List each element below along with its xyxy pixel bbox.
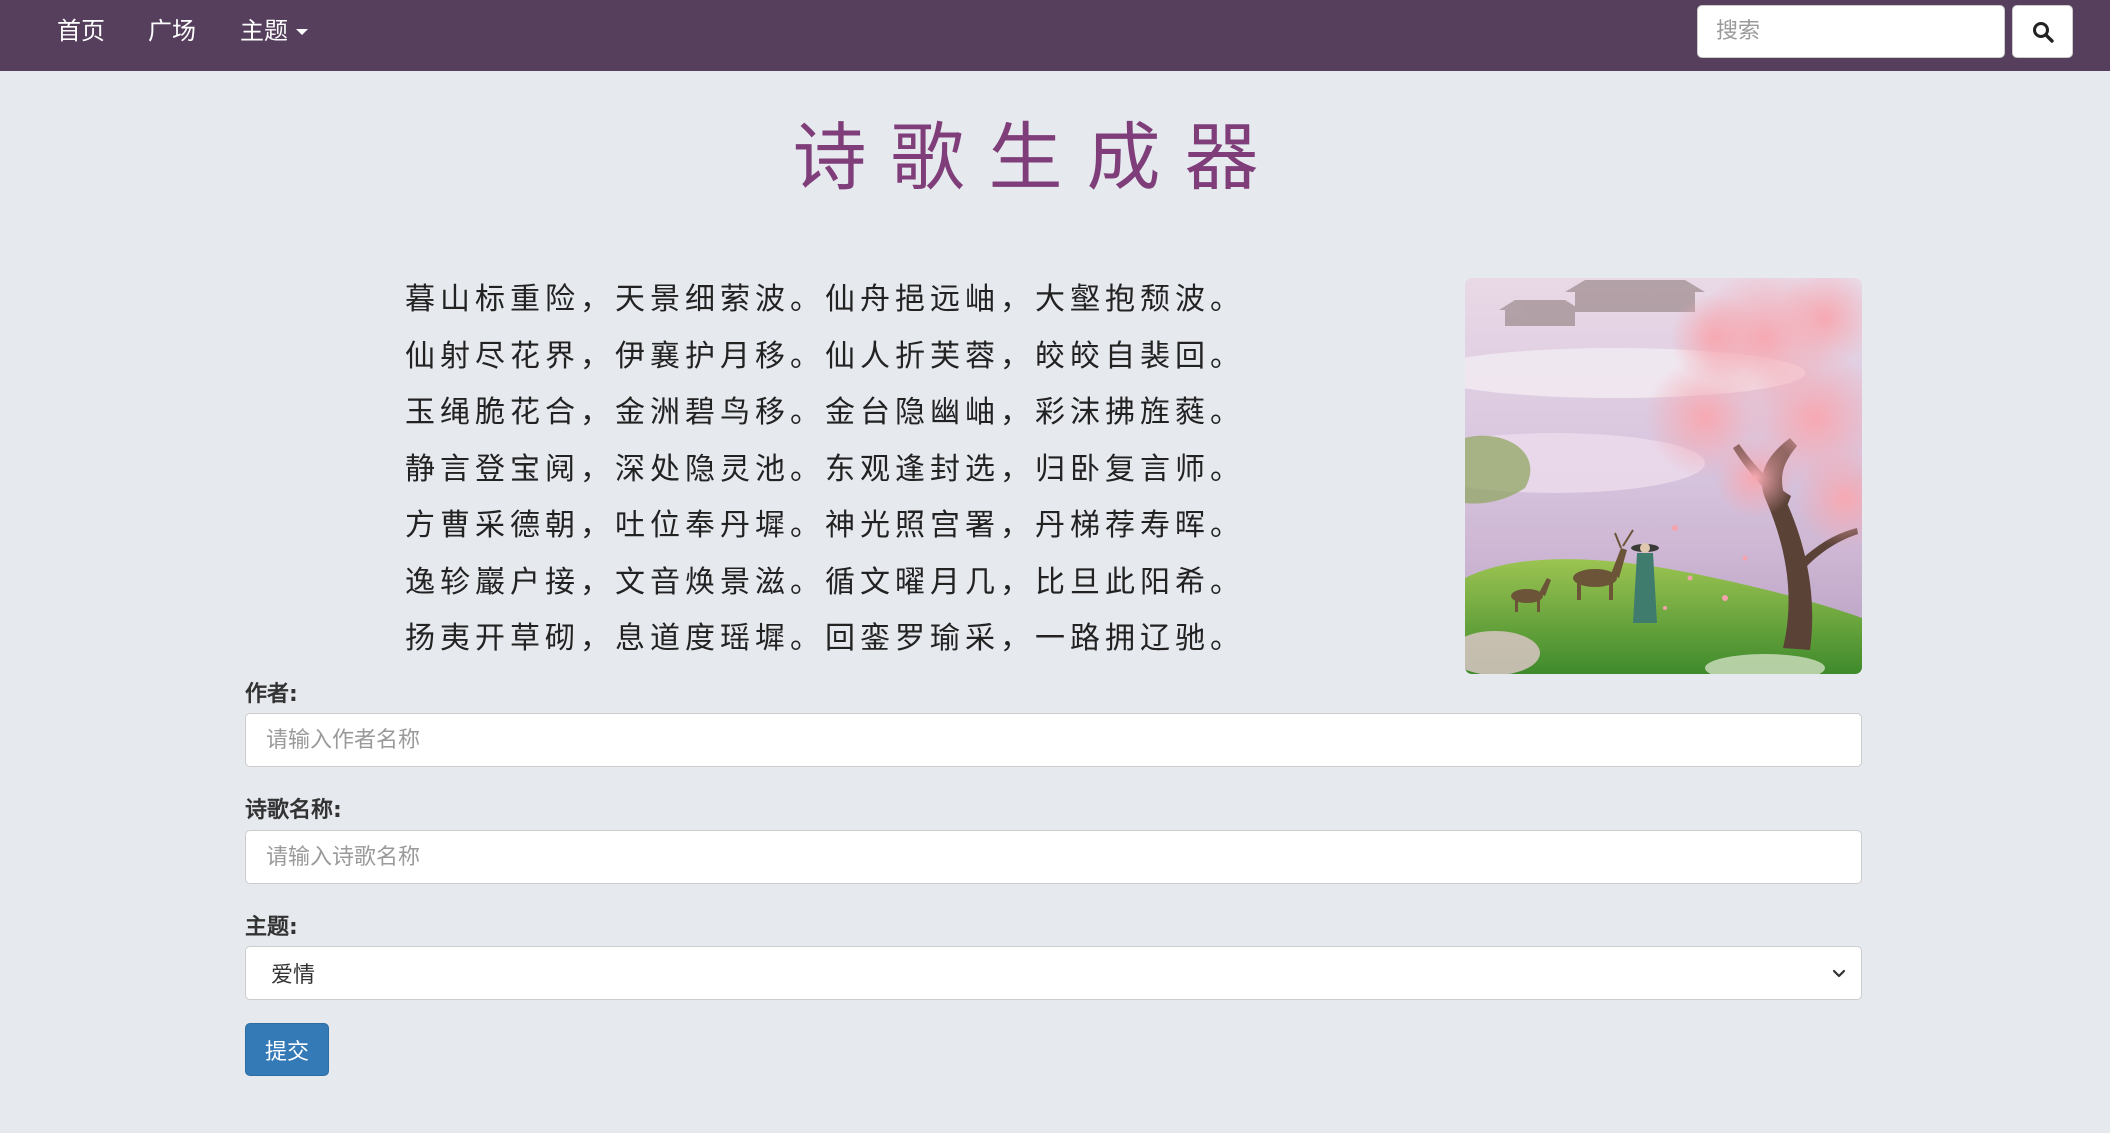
poem-line: 静言登宝阋，深处隐灵池。东观逢封选，归卧复言师。 [405,451,1245,487]
poem-line: 玉绳脆花合，金洲碧鸟移。金台隐幽岫，彩沫拂旌蕤。 [405,395,1245,430]
poem-line: 仙射尽花界，伊襄护月移。仙人折芙蓉，皎皎自裴回。 [405,338,1245,374]
caret-down-icon [296,29,308,35]
author-input[interactable] [245,713,1862,767]
topic-select-value: 爱情 [271,963,316,988]
author-label: 作者: [245,682,298,707]
chevron-down-icon [1832,969,1846,978]
poem-title-label: 诗歌名称: [245,798,342,823]
nav-home-label: 首页 [57,17,105,45]
generated-poem: 暮山标重险，天景细萦波。仙舟挹远岫，大壑抱颓波。 仙射尽花界，伊襄护月移。仙人折… [405,272,1245,668]
nav-topic-dropdown[interactable]: 主题 [240,0,308,63]
nav-home-link[interactable]: 首页 [57,0,105,63]
search-icon [2032,21,2054,43]
search-button[interactable] [2012,5,2073,58]
poem-title-input[interactable] [245,830,1862,884]
page-title: 诗歌生成器 [792,115,1283,201]
top-navbar: 首页 广场 主题 [0,0,2110,71]
nav-square-link[interactable]: 广场 [148,0,196,63]
nav-topic-label: 主题 [240,17,288,45]
poem-line: 扬夷开草砌，息道度瑶墀。回銮罗瑜采，一路拥辽驰。 [405,621,1245,656]
poem-line: 暮山标重险，天景细萦波。仙舟挹远岫，大壑抱颓波。 [405,282,1245,317]
submit-button[interactable]: 提交 [245,1023,329,1076]
poem-line: 逸轸巖户接，文音焕景滋。循文曜月几，比旦此阳希。 [405,564,1245,600]
search-input[interactable] [1697,5,2005,58]
topic-label: 主题: [245,915,298,940]
nav-square-label: 广场 [148,17,196,45]
poem-line: 方曹采德朝，吐位奉丹墀。神光照宫署，丹梯荐寿晖。 [405,508,1245,543]
topic-select[interactable]: 爱情 [245,946,1862,1000]
poem-illustration [1465,278,1862,674]
